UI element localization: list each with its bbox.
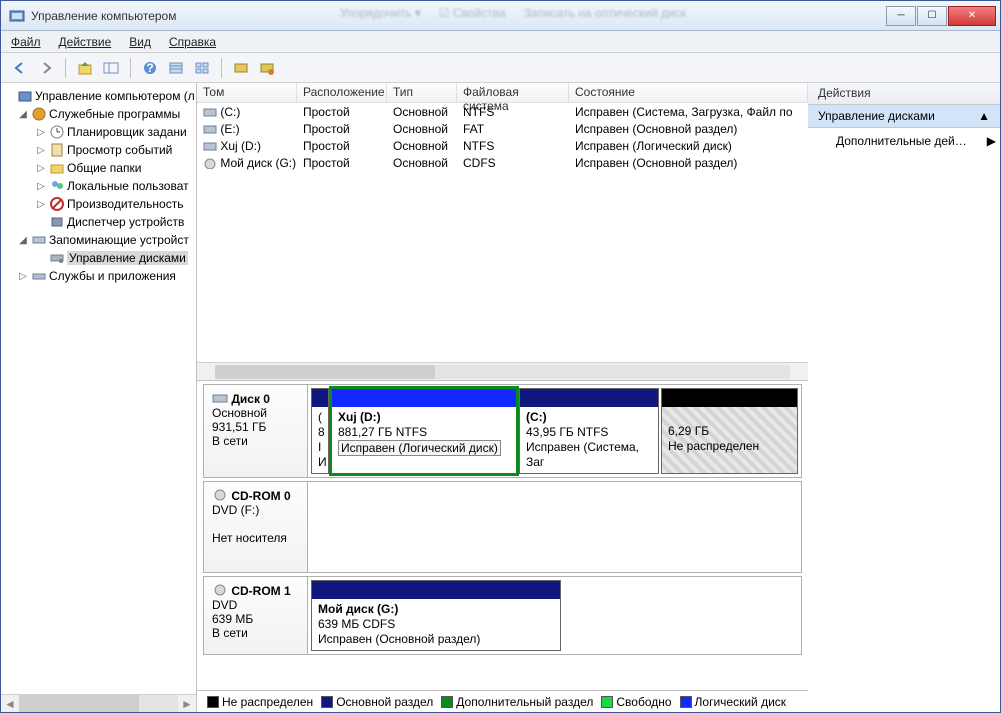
actions-pane: Действия Управление дисками▲ Дополнитель… [808,83,1000,712]
svg-text:?: ? [146,61,153,75]
back-button[interactable] [9,57,31,79]
tree-system-tools[interactable]: ◢Служебные программы [1,105,196,123]
pane-icon[interactable] [100,57,122,79]
tree-shared[interactable]: ▷Общие папки [1,159,196,177]
list-icon[interactable] [165,57,187,79]
tiles-icon[interactable] [191,57,213,79]
volume-hscroll[interactable] [197,362,808,380]
menu-action[interactable]: Действие [59,35,112,49]
actions-subheader[interactable]: Управление дисками▲ [808,105,1000,128]
partition-c[interactable]: (C:)43,95 ГБ NTFSИсправен (Система, Заг [519,388,659,474]
titlebar[interactable]: Управление компьютером Упорядочить ▾☑ Св… [1,1,1000,31]
tree-devmgr[interactable]: Диспетчер устройств [1,213,196,231]
volume-list-body: (C:)ПростойОсновнойNTFSИсправен (Система… [197,103,808,362]
volume-row[interactable]: Мой диск (G:)ПростойОсновнойCDFSИсправен… [197,154,808,171]
cdrom-0-row: CD-ROM 0 DVD (F:) Нет носителя [203,481,802,573]
partition-clipped[interactable]: (8 IИ [311,388,329,474]
disk-graphic-area: Диск 0 Основной 931,51 ГБ В сети (8 IИ X… [197,381,808,690]
action2-icon[interactable] [256,57,278,79]
minimize-button[interactable]: ─ [886,6,916,26]
menubar: Файл Действие Вид Справка [1,31,1000,53]
disk-0-row: Диск 0 Основной 931,51 ГБ В сети (8 IИ X… [203,384,802,478]
partition-d[interactable]: Xuj (D:)881,27 ГБ NTFSИсправен (Логическ… [331,388,517,474]
col-fs[interactable]: Файловая система [457,83,569,102]
partition-unallocated[interactable]: 6,29 ГБНе распределен [661,388,798,474]
col-type[interactable]: Тип [387,83,457,102]
app-icon [9,8,25,24]
collapse-icon: ▲ [978,109,990,123]
volume-row[interactable]: (E:)ПростойОсновнойFATИсправен (Основной… [197,120,808,137]
center-pane: Том Расположение Тип Файловая система Со… [197,83,808,712]
action1-icon[interactable] [230,57,252,79]
tree-services[interactable]: ▷Службы и приложения [1,267,196,285]
blurred-bg-text: Упорядочить ▾☑ СвойстваЗаписать на оптич… [340,6,686,20]
tree: Управление компьютером (л ◢Служебные про… [1,83,196,694]
tree-perf[interactable]: ▷Производительность [1,195,196,213]
tree-users[interactable]: ▷Локальные пользоват [1,177,196,195]
toolbar: ? [1,53,1000,83]
col-status[interactable]: Состояние [569,83,808,102]
volume-row[interactable]: Xuj (D:)ПростойОсновнойNTFSИсправен (Лог… [197,137,808,154]
cdrom-icon [212,488,228,502]
col-layout[interactable]: Расположение [297,83,387,102]
tree-hscroll[interactable]: ◄► [1,694,196,712]
actions-more[interactable]: Дополнительные дей…▶ [808,128,1000,154]
help-icon[interactable]: ? [139,57,161,79]
maximize-button[interactable]: ☐ [917,6,947,26]
close-button[interactable]: ✕ [948,6,996,26]
up-icon[interactable] [74,57,96,79]
hdd-icon [212,391,228,405]
menu-help[interactable]: Справка [169,35,216,49]
volume-list: Том Расположение Тип Файловая система Со… [197,83,808,381]
forward-button[interactable] [35,57,57,79]
cdrom-1-row: CD-ROM 1 DVD 639 МБ В сети Мой диск (G:)… [203,576,802,655]
cdrom-icon [212,583,228,597]
tree-scheduler[interactable]: ▷Планировщик задани [1,123,196,141]
tree-diskmgmt[interactable]: Управление дисками [1,249,196,267]
volume-list-header: Том Расположение Тип Файловая система Со… [197,83,808,103]
partition-g[interactable]: Мой диск (G:)639 МБ CDFSИсправен (Основн… [311,580,561,651]
legend: Не распределен Основной раздел Дополните… [197,690,808,712]
disk-0-label[interactable]: Диск 0 Основной 931,51 ГБ В сети [204,385,308,477]
actions-header: Действия [808,83,1000,105]
tree-root[interactable]: Управление компьютером (л [1,87,196,105]
menu-file[interactable]: Файл [11,35,41,49]
cdrom-1-label[interactable]: CD-ROM 1 DVD 639 МБ В сети [204,577,308,654]
body: Управление компьютером (л ◢Служебные про… [1,83,1000,712]
volume-row[interactable]: (C:)ПростойОсновнойNTFSИсправен (Система… [197,103,808,120]
tree-storage[interactable]: ◢Запоминающие устройст [1,231,196,249]
cdrom-0-label[interactable]: CD-ROM 0 DVD (F:) Нет носителя [204,482,308,572]
chevron-right-icon: ▶ [987,134,996,148]
app-window: Управление компьютером Упорядочить ▾☑ Св… [0,0,1001,713]
col-volume[interactable]: Том [197,83,297,102]
tree-events[interactable]: ▷Просмотр событий [1,141,196,159]
menu-view[interactable]: Вид [129,35,151,49]
tree-pane: Управление компьютером (л ◢Служебные про… [1,83,197,712]
